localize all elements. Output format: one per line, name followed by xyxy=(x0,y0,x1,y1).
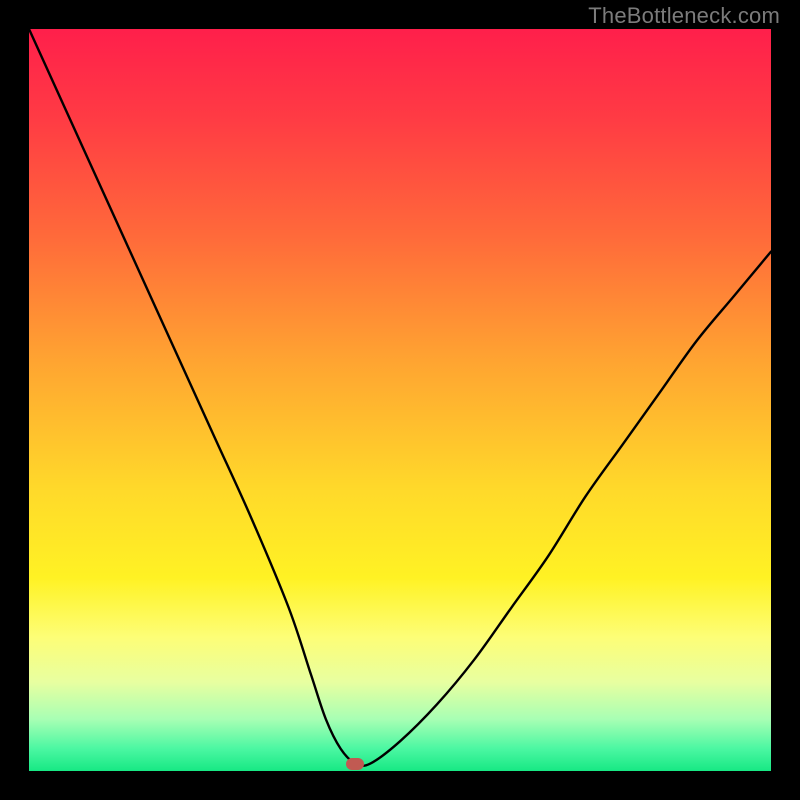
optimum-marker xyxy=(346,758,364,770)
watermark-text: TheBottleneck.com xyxy=(588,3,780,29)
plot-area xyxy=(29,29,771,771)
chart-stage: TheBottleneck.com xyxy=(0,0,800,800)
bottleneck-curve xyxy=(29,29,771,771)
